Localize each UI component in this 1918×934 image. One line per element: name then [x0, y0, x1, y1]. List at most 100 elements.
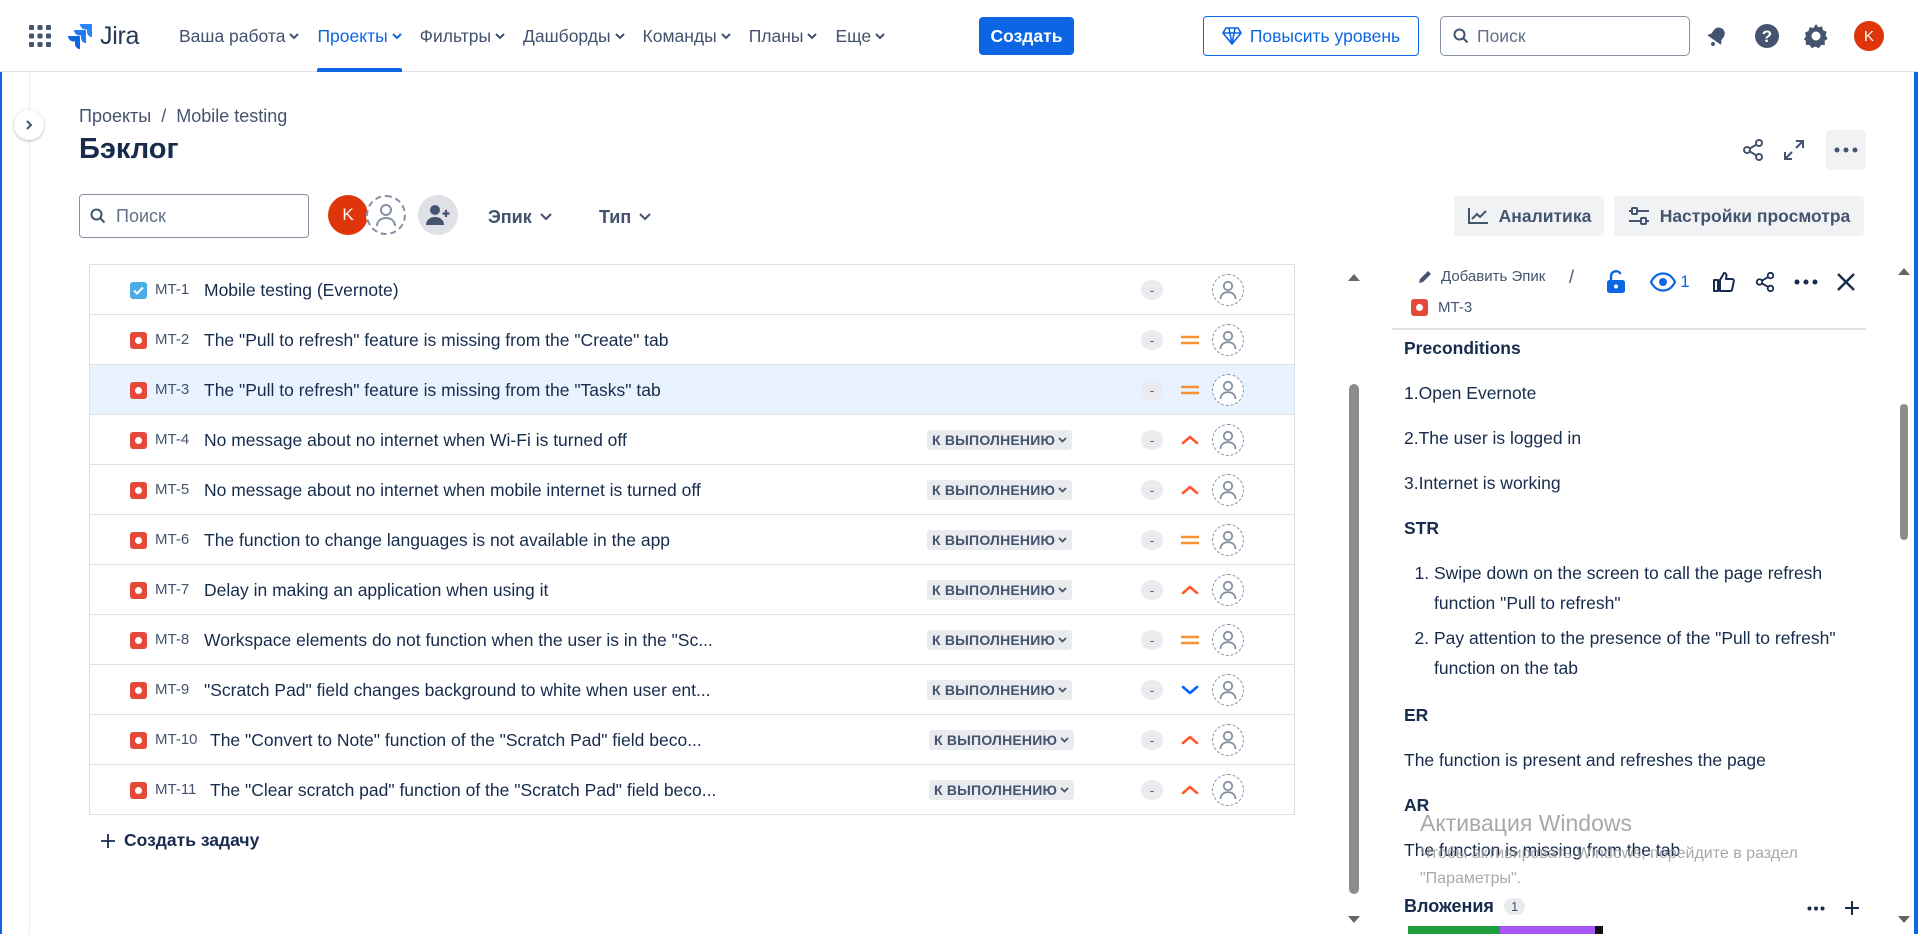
- detail-scrollbar[interactable]: [1898, 266, 1910, 926]
- assignee-avatar[interactable]: [1212, 624, 1244, 656]
- sidebar-expand-button[interactable]: [14, 110, 44, 140]
- nav-teams[interactable]: Команды: [634, 0, 740, 72]
- issue-key[interactable]: MT-5: [155, 481, 189, 498]
- backlog-scrollbar-thumb[interactable]: [1349, 384, 1359, 894]
- issue-key[interactable]: MT-2: [155, 331, 189, 348]
- status-dropdown[interactable]: К ВЫПОЛНЕНИЮ: [927, 630, 1073, 650]
- issue-summary[interactable]: "Scratch Pad" field changes background t…: [204, 680, 711, 701]
- story-points-badge[interactable]: -: [1141, 480, 1163, 500]
- backlog-row[interactable]: MT-4 No message about no internet when Wi…: [90, 415, 1294, 465]
- assignee-avatar[interactable]: [1212, 524, 1244, 556]
- issue-key[interactable]: MT-9: [155, 681, 189, 698]
- more-actions-button[interactable]: [1826, 130, 1866, 170]
- story-points-badge[interactable]: -: [1141, 430, 1163, 450]
- status-dropdown[interactable]: К ВЫПОЛНЕНИЮ: [927, 530, 1073, 550]
- story-points-badge[interactable]: -: [1141, 280, 1163, 300]
- backlog-row[interactable]: MT-3 The "Pull to refresh" feature is mis…: [90, 365, 1294, 415]
- issue-key[interactable]: MT-10: [155, 731, 198, 748]
- status-dropdown[interactable]: К ВЫПОЛНЕНИЮ: [927, 430, 1073, 450]
- backlog-scrollbar[interactable]: [1348, 270, 1360, 923]
- jira-logo[interactable]: Jira: [68, 20, 139, 52]
- help-icon[interactable]: ?: [1753, 22, 1781, 50]
- status-dropdown[interactable]: К ВЫПОЛНЕНИЮ: [929, 780, 1075, 800]
- issue-summary[interactable]: Mobile testing (Evernote): [204, 280, 399, 301]
- issue-summary[interactable]: The "Convert to Note" function of the "S…: [210, 730, 702, 751]
- issue-key[interactable]: MT-1: [155, 281, 189, 298]
- global-search-input[interactable]: Поиск: [1440, 16, 1690, 56]
- unlock-icon[interactable]: [1602, 268, 1630, 296]
- create-task-button[interactable]: Создать задачу: [100, 830, 259, 851]
- backlog-row[interactable]: MT-6 The function to change languages is …: [90, 515, 1294, 565]
- issue-summary[interactable]: Delay in making an application when usin…: [204, 580, 548, 601]
- story-points-badge[interactable]: -: [1141, 380, 1163, 400]
- assignee-avatar[interactable]: [1212, 574, 1244, 606]
- add-people-button[interactable]: [418, 195, 458, 235]
- issue-key[interactable]: MT-4: [155, 431, 189, 448]
- create-button[interactable]: Создать: [979, 17, 1074, 55]
- issue-key[interactable]: MT-6: [155, 531, 189, 548]
- story-points-badge[interactable]: -: [1141, 630, 1163, 650]
- issue-summary[interactable]: No message about no internet when Wi-Fi …: [204, 430, 627, 451]
- app-switcher-icon[interactable]: [28, 24, 52, 48]
- story-points-badge[interactable]: -: [1141, 680, 1163, 700]
- story-points-badge[interactable]: -: [1141, 330, 1163, 350]
- assignee-avatar[interactable]: [1212, 274, 1244, 306]
- assignee-avatar[interactable]: [1212, 374, 1244, 406]
- breadcrumb-project[interactable]: Mobile testing: [176, 106, 287, 127]
- thumbs-up-icon[interactable]: [1710, 268, 1738, 296]
- nav-projects[interactable]: Проекты: [308, 0, 410, 72]
- scroll-up-arrow[interactable]: [1348, 274, 1360, 281]
- status-dropdown[interactable]: К ВЫПОЛНЕНИЮ: [929, 730, 1075, 750]
- assignee-avatar[interactable]: [1212, 674, 1244, 706]
- issue-key-link[interactable]: MT-3: [1411, 299, 1472, 316]
- close-icon[interactable]: [1832, 268, 1860, 296]
- scroll-up-arrow[interactable]: [1898, 268, 1910, 275]
- detail-scrollbar-thumb[interactable]: [1900, 404, 1908, 540]
- issue-summary[interactable]: The "Pull to refresh" feature is missing…: [204, 330, 669, 351]
- issue-key[interactable]: MT-3: [155, 381, 189, 398]
- issue-summary[interactable]: The "Clear scratch pad" function of the …: [210, 780, 716, 801]
- attachment-thumbnail[interactable]: [1408, 926, 1603, 934]
- analytics-button[interactable]: Аналитика: [1454, 196, 1604, 236]
- issue-summary[interactable]: Workspace elements do not function when …: [204, 630, 713, 651]
- nav-dashboards[interactable]: Дашборды: [514, 0, 634, 72]
- breadcrumb-projects[interactable]: Проекты: [79, 106, 151, 127]
- type-filter-dropdown[interactable]: Тип: [599, 200, 651, 234]
- add-attachment-icon[interactable]: [1838, 896, 1866, 920]
- status-dropdown[interactable]: К ВЫПОЛНЕНИЮ: [927, 580, 1073, 600]
- issue-summary[interactable]: The function to change languages is not …: [204, 530, 670, 551]
- story-points-badge[interactable]: -: [1141, 780, 1163, 800]
- epic-filter-dropdown[interactable]: Эпик: [488, 200, 552, 234]
- share-icon[interactable]: [1751, 268, 1779, 296]
- story-points-badge[interactable]: -: [1141, 530, 1163, 550]
- user-avatar[interactable]: K: [1854, 21, 1884, 51]
- issue-summary[interactable]: No message about no internet when mobile…: [204, 480, 701, 501]
- more-icon[interactable]: [1792, 268, 1820, 296]
- upgrade-button[interactable]: Повысить уровень: [1203, 16, 1419, 56]
- issue-summary[interactable]: The "Pull to refresh" feature is missing…: [204, 380, 661, 401]
- add-epic-button[interactable]: Добавить Эпик: [1417, 268, 1545, 285]
- view-settings-button[interactable]: Настройки просмотра: [1614, 196, 1864, 236]
- issue-key[interactable]: MT-11: [155, 781, 196, 798]
- filter-user-avatar[interactable]: K: [328, 195, 368, 235]
- settings-gear-icon[interactable]: [1802, 22, 1830, 50]
- backlog-row[interactable]: MT-11 The "Clear scratch pad" function of…: [90, 765, 1294, 815]
- notifications-icon[interactable]: [1703, 22, 1731, 50]
- nav-plans[interactable]: Планы: [740, 0, 827, 72]
- filter-unassigned-avatar[interactable]: [366, 195, 406, 235]
- issue-key[interactable]: MT-7: [155, 581, 189, 598]
- assignee-avatar[interactable]: [1212, 424, 1244, 456]
- backlog-row[interactable]: MT-8 Workspace elements do not function w…: [90, 615, 1294, 665]
- issue-key[interactable]: MT-8: [155, 631, 189, 648]
- watch-button[interactable]: 1: [1642, 268, 1698, 296]
- backlog-row[interactable]: MT-2 The "Pull to refresh" feature is mis…: [90, 315, 1294, 365]
- status-dropdown[interactable]: К ВЫПОЛНЕНИЮ: [927, 480, 1073, 500]
- status-dropdown[interactable]: К ВЫПОЛНЕНИЮ: [927, 680, 1073, 700]
- fullscreen-icon[interactable]: [1774, 130, 1814, 170]
- assignee-avatar[interactable]: [1212, 324, 1244, 356]
- share-icon[interactable]: [1733, 130, 1773, 170]
- backlog-row[interactable]: MT-9 "Scratch Pad" field changes backgrou…: [90, 665, 1294, 715]
- backlog-row[interactable]: MT-1 Mobile testing (Evernote) -: [90, 265, 1294, 315]
- assignee-avatar[interactable]: [1212, 724, 1244, 756]
- nav-filters[interactable]: Фильтры: [411, 0, 514, 72]
